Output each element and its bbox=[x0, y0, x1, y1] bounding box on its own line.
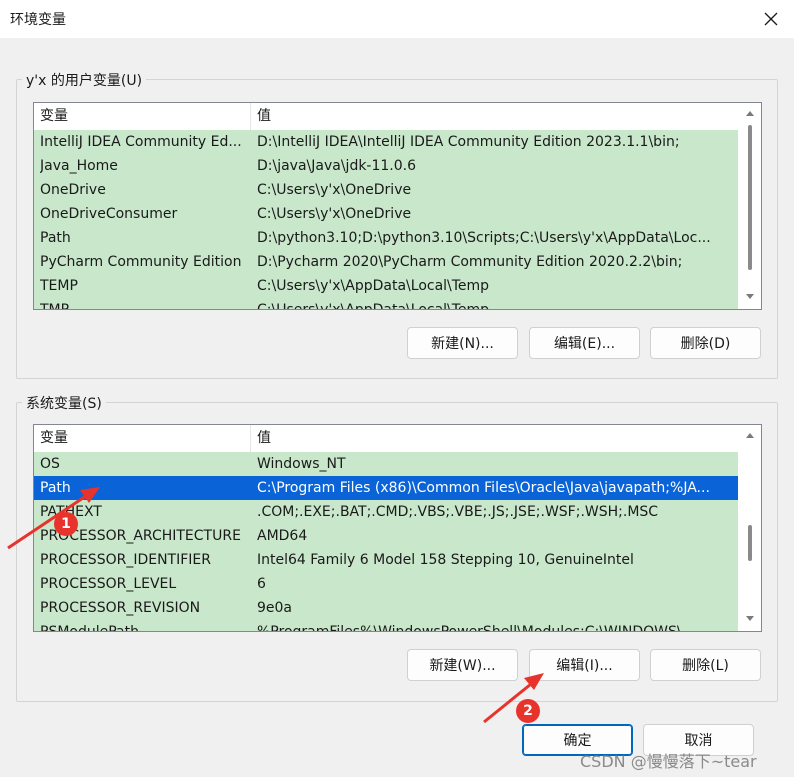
annotation-badge-1: 1 bbox=[54, 512, 78, 536]
table-row[interactable]: PROCESSOR_LEVEL 6 bbox=[34, 572, 738, 596]
variable-name: Path bbox=[40, 230, 71, 246]
table-row[interactable]: Path C:\Program Files (x86)\Common Files\… bbox=[34, 476, 738, 500]
chevron-up-icon[interactable] bbox=[741, 427, 759, 443]
table-row[interactable]: PSModulePath %ProgramFiles%\WindowsPowerS… bbox=[34, 620, 738, 632]
variable-name: PSModulePath bbox=[40, 624, 139, 632]
variable-name: PROCESSOR_REVISION bbox=[40, 600, 201, 616]
table-row[interactable]: TEMP C:\Users\y'x\AppData\Local\Temp bbox=[34, 274, 738, 298]
variable-name: TEMP bbox=[40, 278, 78, 294]
user-vars-scrollbar[interactable] bbox=[741, 103, 759, 307]
user-delete-button[interactable]: 删除(D) bbox=[650, 327, 761, 359]
variable-name: OS bbox=[40, 456, 60, 472]
variable-value: AMD64 bbox=[257, 528, 308, 544]
table-row[interactable]: OS Windows_NT bbox=[34, 452, 738, 476]
chevron-up-icon[interactable] bbox=[741, 105, 759, 121]
table-row[interactable]: TMP C:\Users\y'x\AppData\Local\Temp bbox=[34, 298, 738, 310]
variable-value: Intel64 Family 6 Model 158 Stepping 10, … bbox=[257, 552, 634, 568]
close-icon bbox=[764, 12, 778, 26]
variable-value: %ProgramFiles%\WindowsPowerShell\Modules… bbox=[257, 624, 695, 632]
variable-value: .COM;.EXE;.BAT;.CMD;.VBS;.VBE;.JS;.JSE;.… bbox=[257, 504, 659, 520]
annotation-badge-2: 2 bbox=[516, 699, 540, 723]
variable-name: OneDriveConsumer bbox=[40, 206, 178, 222]
watermark: CSDN @慢慢落下~tear bbox=[580, 752, 757, 771]
table-row[interactable]: OneDrive C:\Users\y'x\OneDrive bbox=[34, 178, 738, 202]
variable-name: Java_Home bbox=[40, 158, 118, 174]
variable-value: C:\Users\y'x\AppData\Local\Temp bbox=[257, 302, 490, 310]
system-vars-scrollbar[interactable] bbox=[741, 425, 759, 629]
column-header-value[interactable]: 值 bbox=[251, 103, 738, 130]
scrollbar-thumb[interactable] bbox=[748, 525, 752, 561]
system-vars-list[interactable]: 变量 值 OS Windows_NT Path C:\Program Files (x… bbox=[33, 424, 762, 632]
variable-value: C:\Program Files (x86)\Common Files\Orac… bbox=[257, 480, 710, 496]
variable-value: 6 bbox=[257, 576, 266, 592]
variable-name: Path bbox=[40, 480, 71, 496]
system-vars-label: 系统变量(S) bbox=[22, 393, 106, 413]
table-row[interactable]: OneDriveConsumer C:\Users\y'x\OneDrive bbox=[34, 202, 738, 226]
variable-name: TMP bbox=[40, 302, 70, 310]
table-row[interactable]: PyCharm Community Edition D:\Pycharm 2020… bbox=[34, 250, 738, 274]
variable-name: OneDrive bbox=[40, 182, 106, 198]
variable-value: C:\Users\y'x\OneDrive bbox=[257, 182, 412, 198]
variable-name: IntelliJ IDEA Community Ed... bbox=[40, 134, 242, 150]
variable-name: PyCharm Community Edition bbox=[40, 254, 242, 270]
table-row[interactable]: PROCESSOR_IDENTIFIER Intel64 Family 6 Mod… bbox=[34, 548, 738, 572]
user-vars-list[interactable]: 变量 值 IntelliJ IDEA Community Ed... D:\Int… bbox=[33, 102, 762, 310]
table-row[interactable]: Path D:\python3.10;D:\python3.10\Scripts;… bbox=[34, 226, 738, 250]
scrollbar-thumb[interactable] bbox=[748, 125, 752, 270]
table-row[interactable]: Java_Home D:\java\Java\jdk-11.0.6 bbox=[34, 154, 738, 178]
system-delete-button[interactable]: 删除(L) bbox=[650, 649, 761, 681]
column-header-variable[interactable]: 变量 bbox=[34, 103, 251, 130]
system-vars-header: 变量 值 bbox=[34, 425, 738, 452]
user-vars-label: y'x 的用户变量(U) bbox=[22, 70, 147, 90]
user-edit-button[interactable]: 编辑(E)... bbox=[529, 327, 640, 359]
user-vars-rows: IntelliJ IDEA Community Ed... D:\IntelliJ… bbox=[34, 130, 738, 310]
system-vars-rows: OS Windows_NT Path C:\Program Files (x86)\C… bbox=[34, 452, 738, 632]
variable-value: D:\java\Java\jdk-11.0.6 bbox=[257, 158, 417, 174]
user-vars-header: 变量 值 bbox=[34, 103, 738, 130]
variable-value: Windows_NT bbox=[257, 456, 346, 472]
chevron-down-icon[interactable] bbox=[741, 289, 759, 305]
variable-name: PROCESSOR_IDENTIFIER bbox=[40, 552, 211, 568]
variable-value: D:\IntelliJ IDEA\IntelliJ IDEA Community… bbox=[257, 134, 680, 150]
system-edit-button[interactable]: 编辑(I)... bbox=[529, 649, 640, 681]
table-row[interactable]: PROCESSOR_ARCHITECTURE AMD64 bbox=[34, 524, 738, 548]
title-bar: 环境变量 bbox=[0, 0, 794, 38]
system-new-button[interactable]: 新建(W)... bbox=[407, 649, 518, 681]
variable-name: PROCESSOR_LEVEL bbox=[40, 576, 177, 592]
variable-value: C:\Users\y'x\AppData\Local\Temp bbox=[257, 278, 490, 294]
chevron-down-icon[interactable] bbox=[741, 611, 759, 627]
table-row[interactable]: IntelliJ IDEA Community Ed... D:\IntelliJ… bbox=[34, 130, 738, 154]
window-title: 环境变量 bbox=[10, 12, 66, 28]
close-button[interactable] bbox=[748, 0, 794, 38]
column-header-value[interactable]: 值 bbox=[251, 425, 738, 452]
table-row[interactable]: PATHEXT .COM;.EXE;.BAT;.CMD;.VBS;.VBE;.JS… bbox=[34, 500, 738, 524]
variable-value: 9e0a bbox=[257, 600, 293, 616]
table-row[interactable]: PROCESSOR_REVISION 9e0a bbox=[34, 596, 738, 620]
column-header-variable[interactable]: 变量 bbox=[34, 425, 251, 452]
variable-value: D:\python3.10;D:\python3.10\Scripts;C:\U… bbox=[257, 230, 711, 246]
variable-value: D:\Pycharm 2020\PyCharm Community Editio… bbox=[257, 254, 683, 270]
variable-value: C:\Users\y'x\OneDrive bbox=[257, 206, 412, 222]
user-new-button[interactable]: 新建(N)... bbox=[407, 327, 518, 359]
